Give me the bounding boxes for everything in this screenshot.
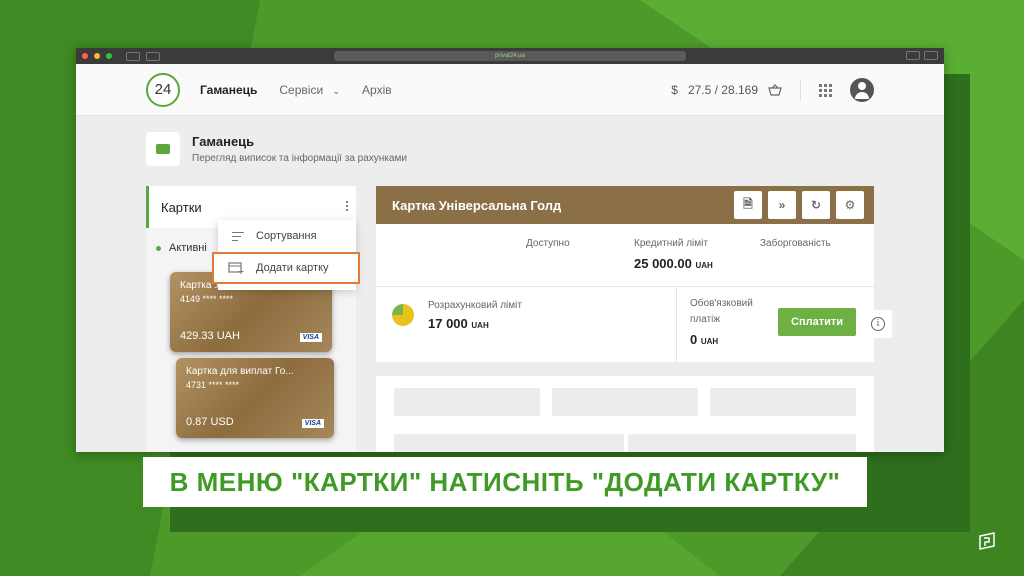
row-divider [376,286,874,287]
settings-button[interactable]: ⚙ [836,191,864,219]
privat24-logo[interactable]: 24 [146,72,180,107]
statement-button[interactable]: 🗎 [734,191,762,219]
nav-archive[interactable]: Архів [362,83,392,97]
sort-menu-item[interactable]: Сортування [218,220,356,252]
mandatory-payment-value: 0 UAH [690,332,719,347]
basket-icon[interactable] [768,84,782,96]
credit-limit-value: 25 000.00 UAH [634,256,713,271]
card-number: 4731 **** **** [186,380,240,390]
browser-chrome: privat24.ua [76,48,944,64]
limit-pie-icon [392,304,414,326]
maximize-dot[interactable] [106,53,112,59]
add-card-menu-item[interactable]: Додати картку [212,252,360,284]
card-balance: 429.33 UAH [180,330,240,342]
debt-label: Заборгованість [760,238,831,249]
nav-divider [800,80,801,100]
sidebar-toggle-button[interactable] [146,51,160,61]
active-cards-filter[interactable]: Активні [156,242,207,254]
document-icon: 🗎 [743,196,753,211]
visa-logo: VISA [299,333,322,342]
share-button[interactable] [906,51,920,60]
nav-services-label: Сервіси [279,82,324,97]
cards-dropdown-menu: Сортування Додати картку [212,220,360,290]
info-button[interactable]: i [864,310,892,338]
column-divider [676,286,677,362]
card-detail-title: Картка Універсальна Голд [392,197,562,213]
page-header: Гаманець Перегляд виписок та інформації … [146,132,407,166]
apps-grid-icon[interactable] [819,83,832,97]
skeleton-block [394,388,540,416]
page-subtitle: Перегляд виписок та інформації за рахунк… [192,153,407,164]
currency-icon: $ [671,83,678,97]
back-forward-button[interactable] [126,51,140,61]
skeleton-block [710,388,856,416]
visa-logo: VISA [301,419,324,428]
instruction-caption: В МЕНЮ "КАРТКИ" НАТИСНІТЬ "ДОДАТИ КАРТКУ… [143,457,867,507]
active-label: Активні [169,242,207,254]
sort-label: Сортування [256,230,317,242]
card-number: 4149 **** **** [180,294,234,304]
kebab-menu-icon[interactable] [346,201,348,211]
mandatory-payment-label: Обов'язковий [690,298,753,309]
add-card-icon [228,262,244,274]
double-chevron-icon: » [778,198,786,212]
transfer-button[interactable]: » [768,191,796,219]
refresh-button[interactable]: ↻ [802,191,830,219]
credit-limit-label: Кредитний ліміт [634,238,708,249]
wallet-icon [146,132,180,166]
sort-icon [232,231,244,241]
nav-wallet[interactable]: Гаманець [200,83,257,97]
card-balance: 0.87 USD [186,416,234,428]
card-name: Картка для виплат Го... [186,366,294,377]
add-card-label: Додати картку [256,262,329,274]
mandatory-payment-label-2: платіж [690,314,721,325]
gear-icon: ⚙ [844,198,856,212]
tabs-button[interactable] [924,51,938,60]
page-title: Гаманець [192,134,255,149]
minimize-dot[interactable] [94,53,100,59]
loading-skeleton [376,376,874,452]
card-item[interactable]: Картка для виплат Го... 4731 **** **** 0… [176,358,334,438]
user-avatar[interactable] [850,78,874,102]
cards-title: Картки [161,199,202,215]
card-detail-header: Картка Універсальна Голд 🗎 » ↻ ⚙ [376,186,874,224]
channel-logo-icon [979,532,995,550]
available-label: Доступно [526,238,570,249]
skeleton-block [394,434,624,452]
chevron-down-icon: ⌄ [332,85,341,96]
active-dot-icon [156,245,161,251]
top-navigation: 24 Гаманець Сервіси ⌄ Архів $ 27.5 / 28.… [76,64,944,116]
exchange-rates: 27.5 / 28.169 [687,83,758,97]
pay-button[interactable]: Сплатити [778,308,856,336]
settlement-label: Розрахунковий ліміт [428,300,522,311]
address-bar[interactable]: privat24.ua [334,51,686,61]
skeleton-block [628,434,856,452]
browser-window: privat24.ua 24 Гаманець Сервіси ⌄ Архів … [76,48,944,452]
settlement-value: 17 000 UAH [428,316,489,331]
close-dot[interactable] [82,53,88,59]
nav-services[interactable]: Сервіси ⌄ [279,83,340,97]
card-limits-row: Доступно Кредитний ліміт 25 000.00 UAH З… [376,238,874,284]
refresh-icon: ↻ [810,198,822,212]
skeleton-block [552,388,698,416]
card-detail-panel: Картка Універсальна Голд 🗎 » ↻ ⚙ Доступн… [376,186,874,362]
info-icon: i [871,317,885,331]
